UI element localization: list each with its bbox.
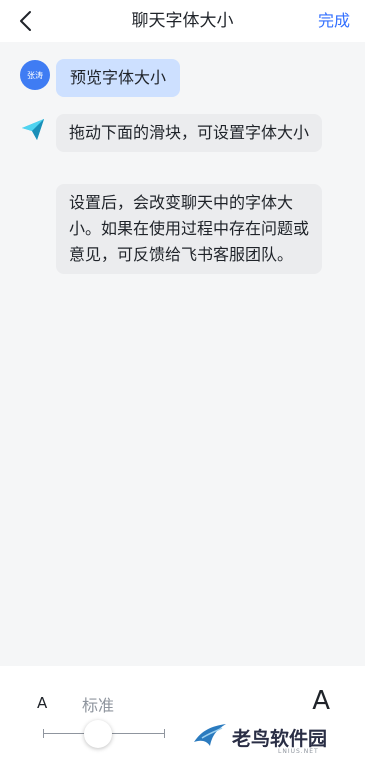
paper-plane-icon: [22, 119, 44, 140]
watermark-text: 老鸟软件园: [232, 728, 328, 750]
font-size-settings-screen: 聊天字体大小 完成 张涛 预览字体大小 拖动下面的滑块，可设置字体大小 设置后，…: [0, 0, 365, 768]
top-navigation-bar: 聊天字体大小 完成: [0, 0, 365, 42]
chat-preview: 张涛 预览字体大小 拖动下面的滑块，可设置字体大小 设置后，会改变聊天中的字体大…: [0, 42, 365, 666]
large-font-indicator: A: [312, 686, 330, 716]
done-button[interactable]: 完成: [318, 8, 350, 34]
watermark-logo: 老鸟软件园 LNIUS.NET: [192, 720, 352, 760]
bird-logo-icon: [194, 724, 226, 746]
slider-tick: [43, 729, 44, 738]
page-title: 聊天字体大小: [131, 11, 234, 31]
bot-message-bubble: 设置后，会改变聊天中的字体大小。如果在使用过程中存在问题或意见，可反馈给飞书客服…: [56, 184, 322, 274]
small-font-indicator: A: [37, 694, 48, 712]
avatar: 张涛: [20, 60, 50, 90]
slider-tick: [164, 729, 165, 738]
user-message-bubble: 预览字体大小: [56, 59, 181, 97]
font-size-slider-handle[interactable]: [84, 720, 112, 748]
watermark-subtext: LNIUS.NET: [278, 748, 319, 755]
current-size-label: 标准: [82, 696, 115, 715]
bot-message-bubble: 拖动下面的滑块，可设置字体大小: [56, 114, 322, 152]
